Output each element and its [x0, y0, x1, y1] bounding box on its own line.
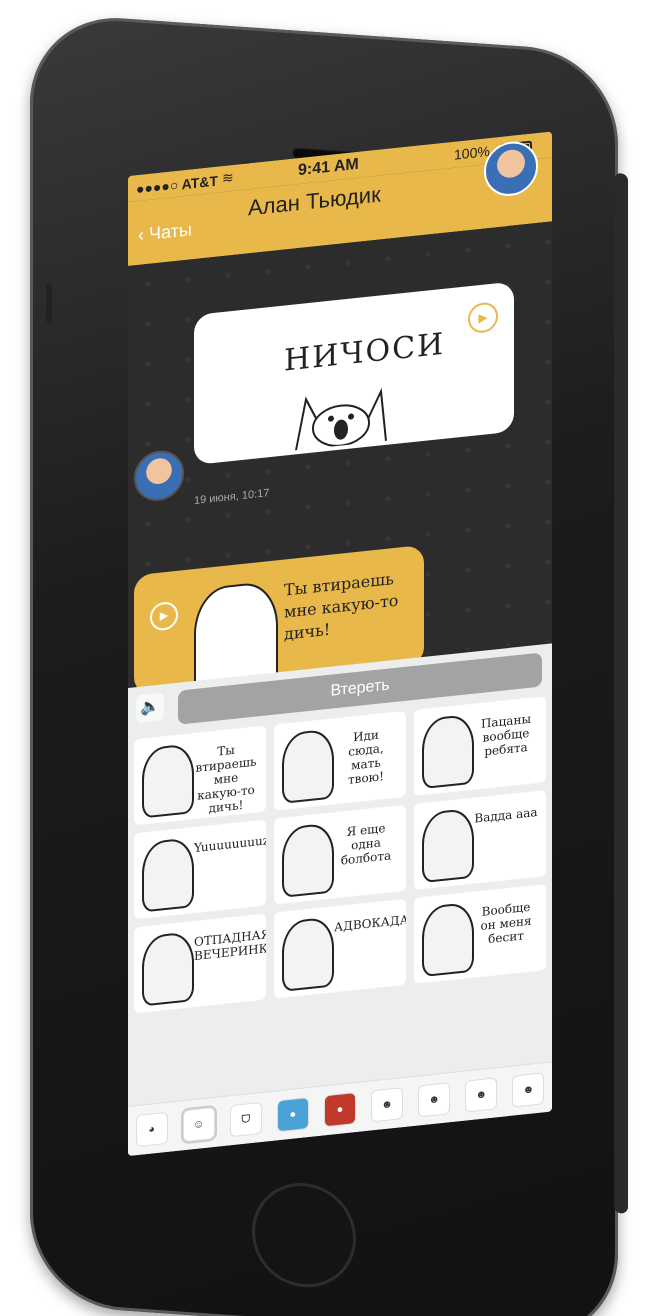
sticker-caption: Ты втираешь мне какую-то дичь!: [195, 742, 257, 816]
pack-thumb-icon-selected[interactable]: ☺: [182, 1106, 215, 1143]
sticker-caption: АДВОКАДААТ: [334, 910, 406, 935]
sticker-cell[interactable]: Пацаны вообще ребята: [414, 696, 546, 796]
sticker-figure: [422, 901, 474, 978]
sender-avatar[interactable]: [134, 448, 184, 504]
sticker-cell[interactable]: Ты втираешь мне какую-то дичь!: [134, 725, 266, 826]
phone-edge: [614, 172, 628, 1214]
pack-thumb-icon[interactable]: ◕: [135, 1111, 168, 1148]
message-timestamp: 19 июня, 10:17: [194, 487, 270, 508]
play-icon[interactable]: ▶: [150, 600, 178, 632]
sticker-caption: Ты втираешь мне какую-то дичь!: [284, 569, 399, 644]
back-label: Чаты: [149, 219, 192, 244]
mute-switch: [46, 283, 52, 324]
pack-thumb-icon[interactable]: ᗜ: [229, 1101, 262, 1138]
wifi-icon: ≋: [222, 168, 234, 187]
sticker-cell[interactable]: ОТПАДНАЯ ВЕЧЕРИНКАА: [134, 913, 266, 1014]
sticker-caption: НИЧОСИ: [284, 326, 446, 379]
sticker-cell[interactable]: Yuuuuuuuuzzzz: [134, 819, 266, 920]
sticker-caption: Вообще он меня бесит: [480, 899, 532, 947]
sticker-panel: 🔈 Втереть Ты втираешь мне какую-то дичь!…: [128, 643, 552, 1157]
pack-thumb-icon[interactable]: ☻: [371, 1087, 404, 1123]
phone-screen: ●●●●○ AT&T ≋ 9:41 AM 100% ‹ Чаты Алан Ть…: [128, 131, 552, 1157]
sticker-cell[interactable]: Я еще одна болбота: [274, 804, 406, 905]
sticker-caption: Я еще одна болбота: [340, 820, 392, 868]
sticker-figure: [422, 713, 474, 790]
pack-thumb-icon[interactable]: ☻: [465, 1077, 498, 1113]
sticker-caption: ОТПАДНАЯ ВЕЧЕРИНКАА: [194, 927, 266, 964]
sticker-figure: [282, 822, 334, 898]
chat-title: Алан Тьюдик: [248, 181, 381, 221]
ghost-sticker-drawing: [295, 387, 387, 451]
sticker-caption: Yuuuuuuuuzzzz: [194, 831, 266, 856]
clock: 9:41 AM: [298, 155, 359, 180]
back-button[interactable]: ‹ Чаты: [138, 219, 192, 246]
pack-thumb-icon[interactable]: ●: [323, 1092, 356, 1128]
message-bubble-incoming[interactable]: ▶ НИЧОСИ: [194, 281, 514, 466]
home-button[interactable]: [252, 1179, 356, 1291]
sticker-cell[interactable]: Иди сюда, мать твою!: [274, 710, 406, 811]
sticker-figure: [282, 916, 334, 992]
sticker-cell[interactable]: Вообще он меня бесит: [414, 884, 546, 984]
sticker-cell[interactable]: АДВОКАДААТ: [274, 898, 406, 999]
sticker-caption: Вадда ааа: [474, 804, 538, 826]
sticker-caption: Пацаны вообще ребята: [480, 711, 532, 759]
chat-area[interactable]: ▶ НИЧОСИ 19 июня, 10:17 ▶ Ты втираешь мн…: [128, 221, 552, 696]
sticker-figure: [142, 837, 194, 913]
sticker-cell[interactable]: Вадда ааа: [414, 790, 546, 890]
sticker-grid: Ты втираешь мне какую-то дичь! Иди сюда,…: [134, 696, 546, 1014]
speaker-icon[interactable]: 🔈: [136, 692, 164, 724]
pack-thumb-icon[interactable]: ☻: [418, 1082, 451, 1118]
battery-percent: 100%: [454, 142, 490, 163]
pack-thumb-icon[interactable]: ☻: [512, 1072, 545, 1108]
sticker-figure: [282, 728, 334, 804]
sticker-caption: Иди сюда, мать твою!: [348, 727, 384, 787]
sticker-figure: [142, 743, 194, 819]
sticker-figure: [142, 931, 194, 1007]
sticker-figure: [422, 807, 474, 884]
mockup-stage: ●●●●○ AT&T ≋ 9:41 AM 100% ‹ Чаты Алан Ть…: [0, 0, 654, 1316]
pack-thumb-icon[interactable]: ●: [276, 1096, 309, 1133]
play-icon[interactable]: ▶: [468, 301, 498, 335]
